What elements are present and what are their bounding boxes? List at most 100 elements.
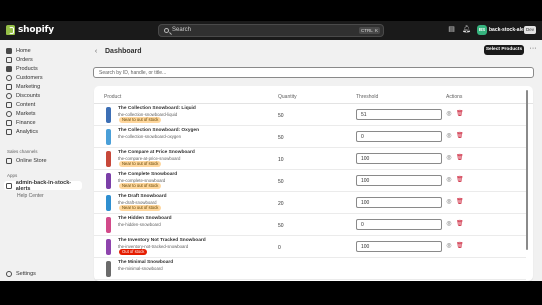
product-title[interactable]: The Draft Snowboard [118,194,167,199]
sidebar-item-marketing[interactable]: Marketing [6,82,40,91]
threshold-input[interactable] [356,109,442,120]
sidebar-item-orders[interactable]: Orders [6,55,33,64]
trash-icon[interactable]: 🗑︎ [456,111,464,117]
stock-status-badge: Out of stock [119,249,148,255]
customers-icon [6,74,12,81]
threshold-input[interactable] [356,219,442,230]
sidebar-item-finance[interactable]: Finance [6,118,36,127]
search-placeholder: Search [172,27,192,33]
content-icon [6,101,12,108]
sidebar-item-label: Content [16,101,36,108]
sidebar-item-markets[interactable]: Markets [6,109,36,118]
quantity-value: 50 [278,179,284,185]
sidebar-item-label: Customers [16,74,43,81]
quantity-value: 50 [278,113,284,119]
orders-icon [6,56,12,63]
global-search[interactable]: Search CTRL K [158,24,384,37]
products-table-card: Product Quantity Threshold Actions The C… [94,86,533,281]
product-title[interactable]: The Hidden Snowboard [118,216,172,221]
finance-icon [6,119,12,126]
product-handle: the-inventory-not-tracked-snowboard [118,243,189,249]
trash-icon[interactable]: 🗑︎ [456,177,464,183]
column-header-product: Product [104,94,122,100]
trash-icon[interactable]: 🗑︎ [456,133,464,139]
sidebar-item-discounts[interactable]: Discounts [6,91,40,100]
back-arrow-icon[interactable]: ‹ [92,48,100,56]
product-thumbnail [106,261,111,277]
sidebar-item-content[interactable]: Content [6,100,35,109]
table-row: The Minimal Snowboard the-minimal-snowboa… [94,258,526,280]
shopify-logo[interactable]: shopify [6,25,54,35]
sidebar-item-products[interactable]: Products [6,64,38,73]
page-title: Dashboard [105,48,142,55]
app-icon [6,182,12,189]
sidebar-item-label: Products [16,65,38,72]
table-row: The Complete Snowboard the-complete-snowb… [94,170,526,192]
view-icon[interactable]: ◎ [446,133,452,139]
product-filter-input[interactable] [93,67,534,78]
view-icon[interactable]: ◎ [446,243,452,249]
sidebar-item-app[interactable]: admin-back-in-stock-alerts [4,179,82,192]
trash-icon[interactable]: 🗑︎ [456,199,464,205]
view-icon[interactable]: ◎ [446,199,452,205]
select-products-button[interactable]: Select Products [484,45,524,55]
sidebar: Home Orders Products Customers Marketing… [0,40,88,281]
product-handle: the-collection-snowboard-oxygen [118,133,182,139]
product-title[interactable]: The Collection Snowboard: Liquid [118,106,196,111]
product-title[interactable]: The Complete Snowboard [118,172,177,177]
sidebar-item-online-store[interactable]: Online Store [6,156,47,165]
product-handle: the-collection-snowboard-liquid [118,111,178,117]
product-thumbnail [106,151,111,167]
product-thumbnail [106,129,111,145]
search-icon [164,28,169,33]
more-actions-icon[interactable]: ··· [528,45,538,55]
trash-icon[interactable]: 🗑︎ [456,221,464,227]
markets-icon [6,110,12,117]
sidebar-item-label: admin-back-in-stock-alerts [15,179,72,192]
top-bar: shopify Search CTRL K ▤ 🔔︎ BS back-stock… [0,21,542,40]
store-avatar[interactable]: BS [477,25,487,35]
threshold-input[interactable] [356,153,442,164]
quantity-value: 0 [278,245,281,251]
trash-icon[interactable]: 🗑︎ [456,155,464,161]
view-icon[interactable]: ◎ [446,177,452,183]
bell-icon[interactable]: 🔔︎ [462,26,471,33]
product-title[interactable]: The Minimal Snowboard [118,260,173,265]
threshold-input[interactable] [356,197,442,208]
view-icon[interactable]: ◎ [446,221,452,227]
sidebar-item-settings[interactable]: Settings [6,269,36,278]
analytics-icon [6,128,12,135]
table-row: The Collection Snowboard: Oxygen the-coll… [94,126,526,148]
store-icon[interactable]: ▤ [448,26,455,33]
product-handle: the-draft-snowboard [118,199,157,205]
threshold-input[interactable] [356,241,442,252]
sidebar-item-label: Home [16,47,31,54]
main-content: ‹ Dashboard Select Products ··· Product … [88,40,542,281]
stock-status-badge: Near to out of stock [119,161,162,167]
sidebar-item-label: Discounts [16,92,41,99]
gear-icon [6,270,12,277]
view-icon[interactable]: ◎ [446,155,452,161]
product-title[interactable]: The Compare at Price Snowboard [118,150,195,155]
product-handle: the-hidden-snowboard [118,221,161,227]
marketing-icon [6,83,12,90]
product-title[interactable]: The Inventory Not Tracked Snowboard [118,238,206,243]
store-name[interactable]: back-stock-alert [489,27,527,33]
sidebar-item-label: Orders [16,56,33,63]
sidebar-item-label: Settings [16,270,36,277]
threshold-input[interactable] [356,175,442,186]
table-scrollbar[interactable] [526,90,528,250]
table-row: The Inventory Not Tracked Snowboard the-i… [94,236,526,258]
product-title[interactable]: The Collection Snowboard: Oxygen [118,128,199,133]
sidebar-item-help-center[interactable]: Help Center [17,193,44,199]
discounts-icon [6,92,12,99]
stock-status-badge: Near to out of stock [119,117,162,123]
sidebar-item-home[interactable]: Home [6,46,31,55]
product-thumbnail [106,173,111,189]
sidebar-item-analytics[interactable]: Analytics [6,127,38,136]
view-icon[interactable]: ◎ [446,111,452,117]
threshold-input[interactable] [356,131,442,142]
quantity-value: 50 [278,223,284,229]
sidebar-item-customers[interactable]: Customers [6,73,43,82]
trash-icon[interactable]: 🗑︎ [456,243,464,249]
